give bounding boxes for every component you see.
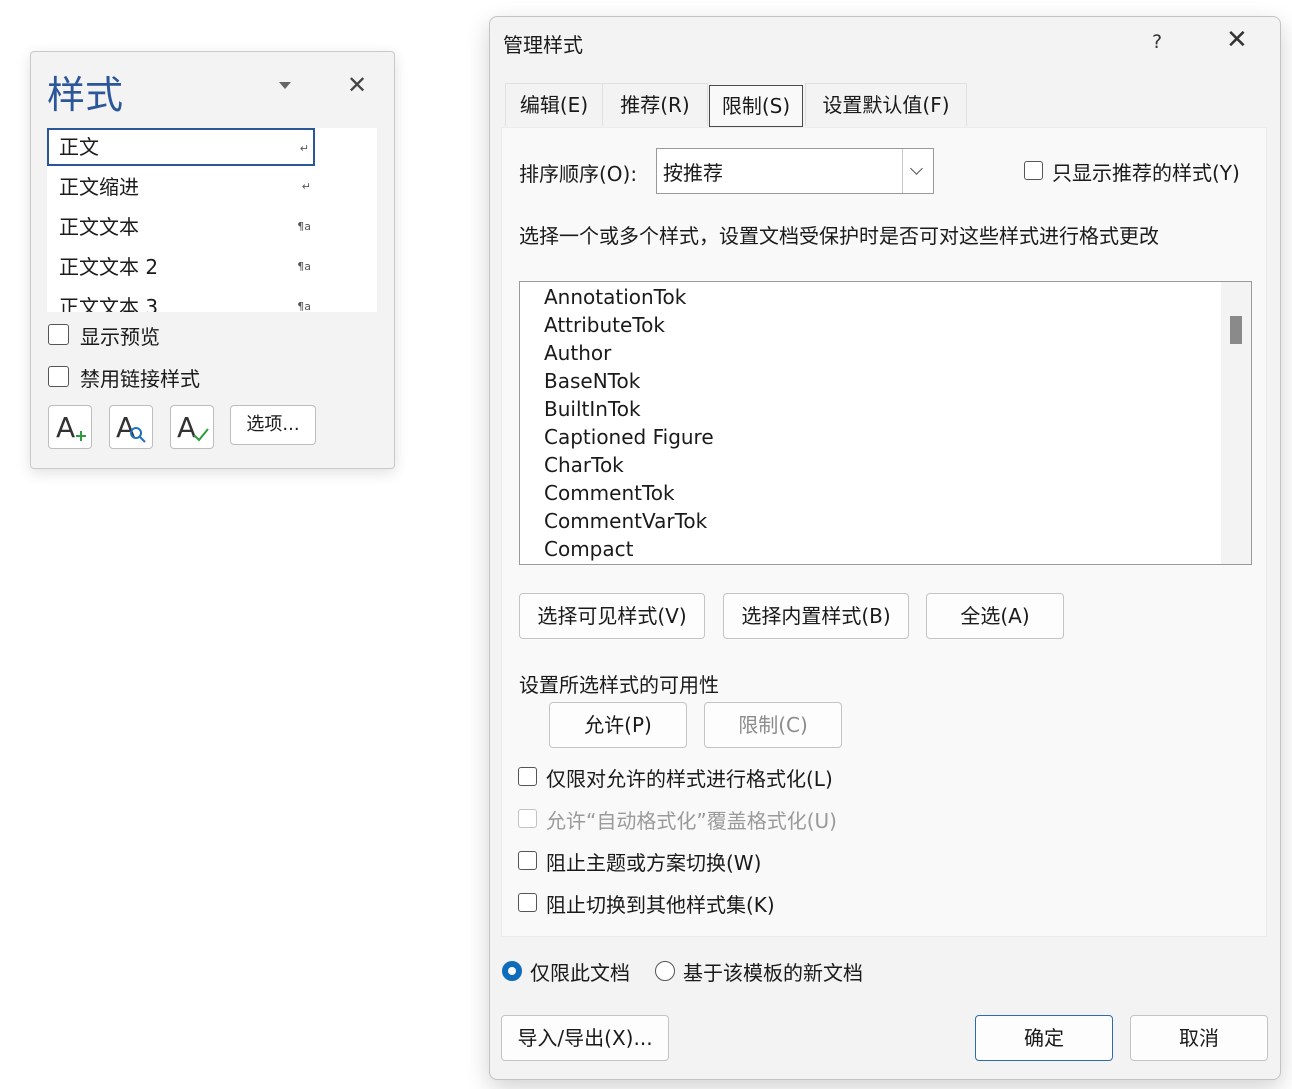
- help-button[interactable]: ?: [1152, 31, 1162, 53]
- style-list[interactable]: 正文 ↵ 正文缩进 ↵ 正文文本 ¶a 正文文本 2 ¶a 正文文本 3 ¶a: [47, 128, 377, 312]
- paragraph-mark-icon: ↵: [299, 142, 309, 155]
- select-builtin-button[interactable]: 选择内置样式(B): [723, 593, 909, 639]
- block-styleset-switch-checkbox[interactable]: 阻止切换到其他样式集(K): [518, 892, 878, 918]
- radio-this-document-label: 仅限此文档: [530, 961, 630, 985]
- tab-edit-label: 编辑(E): [519, 93, 589, 117]
- list-item[interactable]: Author: [544, 339, 611, 367]
- tab-edit[interactable]: 编辑(E): [505, 83, 603, 126]
- availability-label: 设置所选样式的可用性: [519, 673, 719, 697]
- list-item[interactable]: CommentVarTok: [544, 507, 707, 535]
- sort-order-select[interactable]: 按推荐: [656, 148, 934, 194]
- manage-styles-icon: A: [177, 411, 209, 444]
- options-button[interactable]: 选项...: [230, 405, 316, 445]
- block-styleset-switch-label: 阻止切换到其他样式集(K): [546, 893, 775, 917]
- linked-style-icon: ¶a: [297, 300, 311, 312]
- block-theme-switch-checkbox[interactable]: 阻止主题或方案切换(W): [518, 850, 878, 876]
- style-item[interactable]: 正文缩进 ↵: [47, 168, 315, 206]
- radio-dot[interactable]: [655, 961, 675, 981]
- sort-dropdown-button[interactable]: [902, 149, 933, 193]
- manage-styles-dialog: 管理样式 ? ✕ 编辑(E) 推荐(R) 限制(S) 设置默认值(F) 排序顺序…: [489, 16, 1281, 1080]
- style-item-label: 正文文本: [59, 215, 139, 239]
- style-item[interactable]: 正文 ↵: [47, 128, 315, 166]
- autoformat-override-checkbox: 允许“自动格式化”覆盖格式化(U): [518, 808, 878, 834]
- show-recommended-label: 只显示推荐的样式(Y): [1052, 161, 1240, 185]
- styles-listbox[interactable]: AnnotationTok AttributeTok Author BaseNT…: [519, 281, 1252, 565]
- list-item[interactable]: Compact: [544, 535, 633, 563]
- list-item[interactable]: AttributeTok: [544, 311, 665, 339]
- cancel-button[interactable]: 取消: [1130, 1015, 1268, 1061]
- new-style-button[interactable]: A: [48, 405, 92, 449]
- sort-order-label: 排序顺序(O):: [519, 162, 638, 186]
- show-preview-checkbox[interactable]: 显示预览: [48, 322, 348, 349]
- checkbox-box[interactable]: [518, 893, 537, 912]
- radio-new-documents-label: 基于该模板的新文档: [683, 961, 863, 985]
- tab-set-defaults-label: 设置默认值(F): [822, 93, 950, 117]
- dialog-title: 管理样式: [503, 33, 583, 57]
- style-item[interactable]: 正文文本 ¶a: [47, 208, 315, 246]
- style-item[interactable]: 正文文本 3 ¶a: [47, 288, 315, 312]
- block-theme-switch-label: 阻止主题或方案切换(W): [546, 851, 762, 875]
- style-inspector-button[interactable]: A: [109, 405, 153, 449]
- tab-restrict-label: 限制(S): [721, 94, 791, 118]
- svg-text:A: A: [177, 411, 196, 444]
- dialog-close-icon[interactable]: ✕: [1226, 25, 1248, 55]
- svg-text:A: A: [56, 411, 75, 444]
- checkbox-box[interactable]: [518, 851, 537, 870]
- style-item-label: 正文文本 3: [59, 295, 159, 312]
- style-item-label: 正文文本 2: [59, 255, 159, 279]
- checkbox-box[interactable]: [518, 767, 537, 786]
- permit-button[interactable]: 允许(P): [549, 702, 687, 748]
- svg-text:A: A: [116, 411, 135, 444]
- list-item[interactable]: CharTok: [544, 451, 624, 479]
- checkbox-box[interactable]: [48, 366, 69, 387]
- sort-order-value: 按推荐: [663, 161, 723, 185]
- restrict-button: 限制(C): [704, 702, 842, 748]
- tab-set-defaults[interactable]: 设置默认值(F): [805, 83, 967, 126]
- style-item-label: 正文: [59, 135, 99, 159]
- show-recommended-checkbox[interactable]: 只显示推荐的样式(Y): [1024, 160, 1254, 186]
- tab-recommend-label: 推荐(R): [620, 93, 690, 117]
- select-all-button[interactable]: 全选(A): [926, 593, 1064, 639]
- style-inspector-icon: A: [116, 411, 146, 444]
- list-item[interactable]: Captioned Figure: [544, 423, 714, 451]
- checkbox-box[interactable]: [48, 324, 69, 345]
- limit-formatting-checkbox[interactable]: 仅限对允许的样式进行格式化(L): [518, 766, 878, 792]
- tab-recommend[interactable]: 推荐(R): [602, 83, 708, 126]
- restrict-tab-panel: 排序顺序(O): 按推荐 只显示推荐的样式(Y) 选择一个或多个样式，设置文档受…: [501, 127, 1267, 937]
- list-item[interactable]: BuiltInTok: [544, 395, 641, 423]
- radio-dot[interactable]: [502, 961, 522, 981]
- scrollbar-thumb[interactable]: [1230, 316, 1242, 344]
- limit-formatting-label: 仅限对允许的样式进行格式化(L): [546, 767, 833, 791]
- checkbox-box: [518, 809, 537, 828]
- paragraph-mark-icon: ↵: [301, 180, 311, 193]
- disable-linked-styles-label: 禁用链接样式: [80, 367, 200, 391]
- autoformat-override-label: 允许“自动格式化”覆盖格式化(U): [546, 809, 837, 833]
- linked-style-icon: ¶a: [297, 260, 311, 273]
- show-preview-label: 显示预览: [80, 325, 160, 349]
- styles-pane: 样式 ✕ 正文 ↵ 正文缩进 ↵ 正文文本 ¶a 正文文本 2 ¶a 正文文本 …: [30, 51, 395, 469]
- list-item[interactable]: AnnotationTok: [544, 283, 686, 311]
- listbox-scrollbar[interactable]: [1221, 282, 1251, 564]
- list-item[interactable]: CommentTok: [544, 479, 675, 507]
- linked-style-icon: ¶a: [297, 220, 311, 233]
- pane-title: 样式: [47, 73, 124, 117]
- chevron-down-icon: [910, 162, 923, 175]
- manage-styles-button[interactable]: A: [170, 405, 214, 449]
- style-item-label: 正文缩进: [59, 175, 139, 199]
- pane-close-icon[interactable]: ✕: [347, 72, 367, 98]
- disable-linked-styles-checkbox[interactable]: 禁用链接样式: [48, 364, 348, 391]
- select-visible-button[interactable]: 选择可见样式(V): [519, 593, 705, 639]
- style-item[interactable]: 正文文本 2 ¶a: [47, 248, 315, 286]
- ok-button[interactable]: 确定: [975, 1015, 1113, 1061]
- tab-restrict[interactable]: 限制(S): [709, 85, 803, 127]
- pane-menu-chevron-down-icon[interactable]: [279, 82, 291, 89]
- new-style-icon: A: [56, 411, 86, 444]
- import-export-button[interactable]: 导入/导出(X)...: [501, 1015, 669, 1061]
- list-item[interactable]: BaseNTok: [544, 367, 640, 395]
- checkbox-box[interactable]: [1024, 161, 1043, 180]
- instruction-text: 选择一个或多个样式，设置文档受保护时是否可对这些样式进行格式更改: [519, 224, 1159, 248]
